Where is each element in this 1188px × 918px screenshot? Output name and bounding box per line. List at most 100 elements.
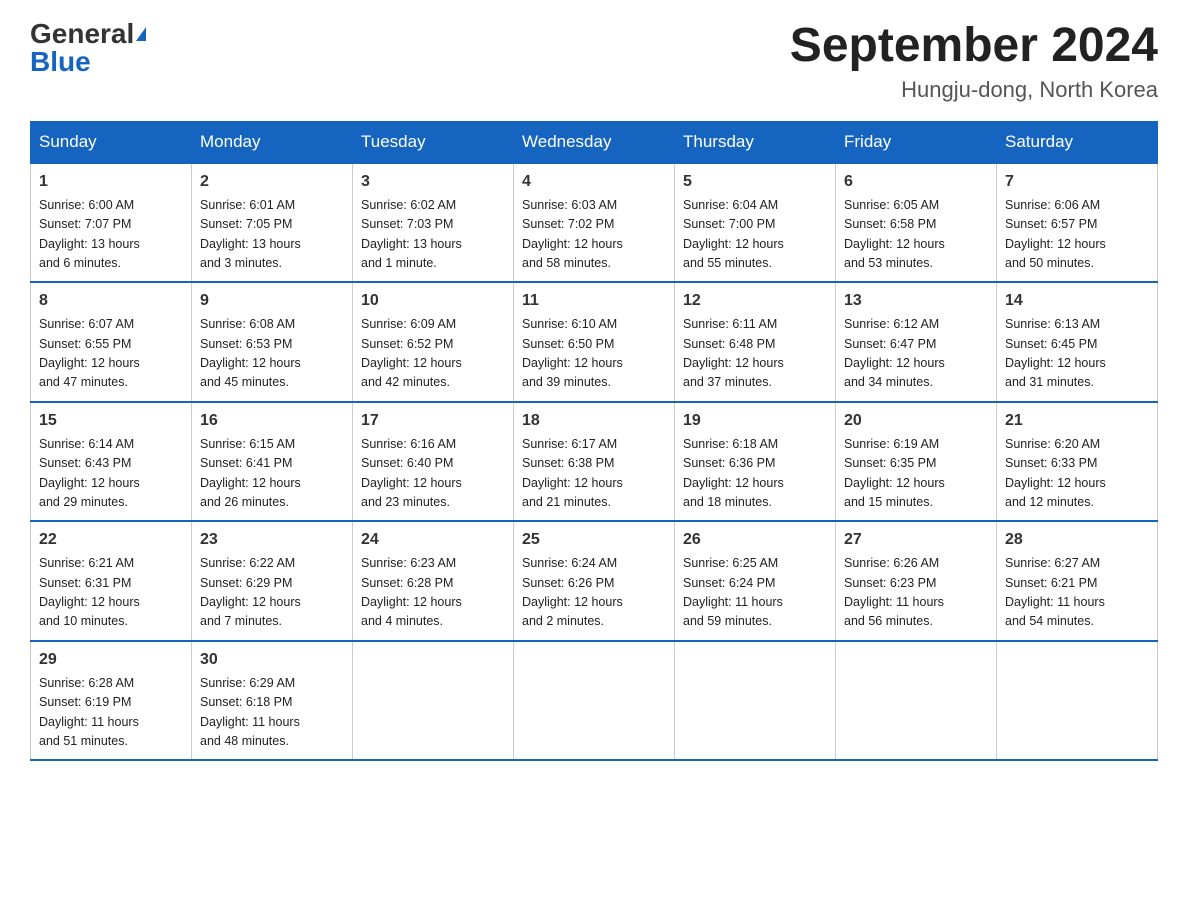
calendar-week-row: 29Sunrise: 6:28 AM Sunset: 6:19 PM Dayli… <box>31 641 1158 761</box>
day-info: Sunrise: 6:26 AM Sunset: 6:23 PM Dayligh… <box>844 554 988 632</box>
calendar-cell <box>836 641 997 761</box>
day-info: Sunrise: 6:17 AM Sunset: 6:38 PM Dayligh… <box>522 435 666 513</box>
day-number: 20 <box>844 409 988 433</box>
calendar-cell <box>514 641 675 761</box>
calendar-subtitle: Hungju-dong, North Korea <box>790 77 1158 103</box>
calendar-cell: 17Sunrise: 6:16 AM Sunset: 6:40 PM Dayli… <box>353 402 514 522</box>
calendar-week-row: 15Sunrise: 6:14 AM Sunset: 6:43 PM Dayli… <box>31 402 1158 522</box>
day-number: 18 <box>522 409 666 433</box>
day-number: 19 <box>683 409 827 433</box>
day-number: 25 <box>522 528 666 552</box>
day-number: 27 <box>844 528 988 552</box>
day-number: 5 <box>683 170 827 194</box>
calendar-cell: 27Sunrise: 6:26 AM Sunset: 6:23 PM Dayli… <box>836 521 997 641</box>
day-number: 11 <box>522 289 666 313</box>
day-info: Sunrise: 6:09 AM Sunset: 6:52 PM Dayligh… <box>361 315 505 393</box>
day-info: Sunrise: 6:14 AM Sunset: 6:43 PM Dayligh… <box>39 435 183 513</box>
calendar-cell: 19Sunrise: 6:18 AM Sunset: 6:36 PM Dayli… <box>675 402 836 522</box>
day-info: Sunrise: 6:27 AM Sunset: 6:21 PM Dayligh… <box>1005 554 1149 632</box>
calendar-cell: 29Sunrise: 6:28 AM Sunset: 6:19 PM Dayli… <box>31 641 192 761</box>
day-number: 29 <box>39 648 183 672</box>
calendar-cell <box>675 641 836 761</box>
day-number: 1 <box>39 170 183 194</box>
calendar-cell: 15Sunrise: 6:14 AM Sunset: 6:43 PM Dayli… <box>31 402 192 522</box>
header-wednesday: Wednesday <box>514 121 675 163</box>
day-number: 22 <box>39 528 183 552</box>
day-info: Sunrise: 6:16 AM Sunset: 6:40 PM Dayligh… <box>361 435 505 513</box>
day-number: 17 <box>361 409 505 433</box>
day-number: 8 <box>39 289 183 313</box>
day-number: 30 <box>200 648 344 672</box>
calendar-cell: 20Sunrise: 6:19 AM Sunset: 6:35 PM Dayli… <box>836 402 997 522</box>
calendar-title: September 2024 <box>790 20 1158 73</box>
day-number: 12 <box>683 289 827 313</box>
calendar-week-row: 22Sunrise: 6:21 AM Sunset: 6:31 PM Dayli… <box>31 521 1158 641</box>
day-info: Sunrise: 6:22 AM Sunset: 6:29 PM Dayligh… <box>200 554 344 632</box>
day-number: 14 <box>1005 289 1149 313</box>
day-number: 9 <box>200 289 344 313</box>
header-thursday: Thursday <box>675 121 836 163</box>
day-info: Sunrise: 6:07 AM Sunset: 6:55 PM Dayligh… <box>39 315 183 393</box>
page-header: General Blue September 2024 Hungju-dong,… <box>30 20 1158 103</box>
calendar-cell: 26Sunrise: 6:25 AM Sunset: 6:24 PM Dayli… <box>675 521 836 641</box>
day-info: Sunrise: 6:18 AM Sunset: 6:36 PM Dayligh… <box>683 435 827 513</box>
day-number: 21 <box>1005 409 1149 433</box>
calendar-cell: 2Sunrise: 6:01 AM Sunset: 7:05 PM Daylig… <box>192 163 353 283</box>
calendar-cell: 21Sunrise: 6:20 AM Sunset: 6:33 PM Dayli… <box>997 402 1158 522</box>
calendar-cell: 9Sunrise: 6:08 AM Sunset: 6:53 PM Daylig… <box>192 282 353 402</box>
calendar-week-row: 1Sunrise: 6:00 AM Sunset: 7:07 PM Daylig… <box>31 163 1158 283</box>
day-info: Sunrise: 6:21 AM Sunset: 6:31 PM Dayligh… <box>39 554 183 632</box>
day-info: Sunrise: 6:20 AM Sunset: 6:33 PM Dayligh… <box>1005 435 1149 513</box>
day-info: Sunrise: 6:11 AM Sunset: 6:48 PM Dayligh… <box>683 315 827 393</box>
day-number: 26 <box>683 528 827 552</box>
day-number: 2 <box>200 170 344 194</box>
logo-blue: Blue <box>30 48 91 76</box>
calendar-header-row: SundayMondayTuesdayWednesdayThursdayFrid… <box>31 121 1158 163</box>
header-sunday: Sunday <box>31 121 192 163</box>
calendar-cell: 28Sunrise: 6:27 AM Sunset: 6:21 PM Dayli… <box>997 521 1158 641</box>
day-number: 7 <box>1005 170 1149 194</box>
day-info: Sunrise: 6:29 AM Sunset: 6:18 PM Dayligh… <box>200 674 344 752</box>
day-info: Sunrise: 6:08 AM Sunset: 6:53 PM Dayligh… <box>200 315 344 393</box>
day-info: Sunrise: 6:23 AM Sunset: 6:28 PM Dayligh… <box>361 554 505 632</box>
day-info: Sunrise: 6:12 AM Sunset: 6:47 PM Dayligh… <box>844 315 988 393</box>
day-number: 16 <box>200 409 344 433</box>
calendar-cell: 3Sunrise: 6:02 AM Sunset: 7:03 PM Daylig… <box>353 163 514 283</box>
logo-general: General <box>30 20 134 48</box>
day-number: 23 <box>200 528 344 552</box>
day-info: Sunrise: 6:15 AM Sunset: 6:41 PM Dayligh… <box>200 435 344 513</box>
calendar-cell: 1Sunrise: 6:00 AM Sunset: 7:07 PM Daylig… <box>31 163 192 283</box>
logo-triangle-icon <box>136 27 146 41</box>
calendar-cell: 12Sunrise: 6:11 AM Sunset: 6:48 PM Dayli… <box>675 282 836 402</box>
calendar-cell: 13Sunrise: 6:12 AM Sunset: 6:47 PM Dayli… <box>836 282 997 402</box>
calendar-table: SundayMondayTuesdayWednesdayThursdayFrid… <box>30 121 1158 762</box>
day-number: 28 <box>1005 528 1149 552</box>
header-monday: Monday <box>192 121 353 163</box>
calendar-cell: 22Sunrise: 6:21 AM Sunset: 6:31 PM Dayli… <box>31 521 192 641</box>
calendar-cell: 5Sunrise: 6:04 AM Sunset: 7:00 PM Daylig… <box>675 163 836 283</box>
header-saturday: Saturday <box>997 121 1158 163</box>
day-info: Sunrise: 6:06 AM Sunset: 6:57 PM Dayligh… <box>1005 196 1149 274</box>
title-area: September 2024 Hungju-dong, North Korea <box>790 20 1158 103</box>
calendar-cell: 23Sunrise: 6:22 AM Sunset: 6:29 PM Dayli… <box>192 521 353 641</box>
day-info: Sunrise: 6:19 AM Sunset: 6:35 PM Dayligh… <box>844 435 988 513</box>
day-info: Sunrise: 6:24 AM Sunset: 6:26 PM Dayligh… <box>522 554 666 632</box>
calendar-cell: 4Sunrise: 6:03 AM Sunset: 7:02 PM Daylig… <box>514 163 675 283</box>
day-number: 3 <box>361 170 505 194</box>
day-info: Sunrise: 6:01 AM Sunset: 7:05 PM Dayligh… <box>200 196 344 274</box>
day-info: Sunrise: 6:25 AM Sunset: 6:24 PM Dayligh… <box>683 554 827 632</box>
calendar-cell: 6Sunrise: 6:05 AM Sunset: 6:58 PM Daylig… <box>836 163 997 283</box>
day-number: 13 <box>844 289 988 313</box>
day-info: Sunrise: 6:04 AM Sunset: 7:00 PM Dayligh… <box>683 196 827 274</box>
day-number: 6 <box>844 170 988 194</box>
day-number: 10 <box>361 289 505 313</box>
calendar-cell <box>353 641 514 761</box>
day-info: Sunrise: 6:10 AM Sunset: 6:50 PM Dayligh… <box>522 315 666 393</box>
calendar-week-row: 8Sunrise: 6:07 AM Sunset: 6:55 PM Daylig… <box>31 282 1158 402</box>
day-number: 4 <box>522 170 666 194</box>
calendar-cell: 18Sunrise: 6:17 AM Sunset: 6:38 PM Dayli… <box>514 402 675 522</box>
day-info: Sunrise: 6:05 AM Sunset: 6:58 PM Dayligh… <box>844 196 988 274</box>
day-info: Sunrise: 6:28 AM Sunset: 6:19 PM Dayligh… <box>39 674 183 752</box>
calendar-cell: 30Sunrise: 6:29 AM Sunset: 6:18 PM Dayli… <box>192 641 353 761</box>
header-friday: Friday <box>836 121 997 163</box>
